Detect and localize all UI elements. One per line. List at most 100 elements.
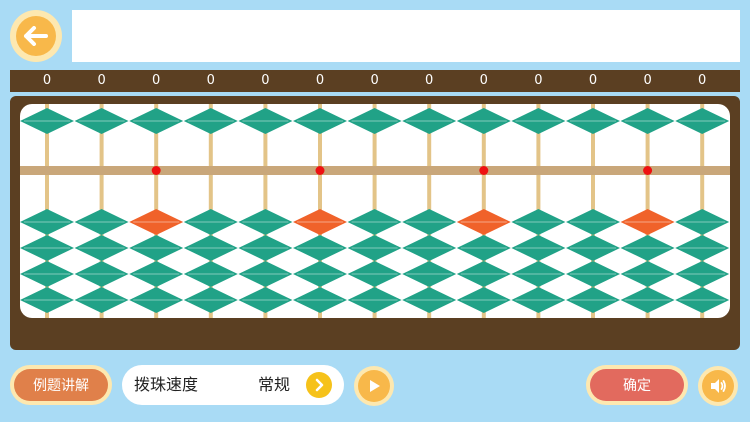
abacus-bead[interactable] — [511, 108, 566, 134]
speed-next-button[interactable] — [306, 372, 332, 398]
abacus-bead[interactable] — [129, 261, 184, 287]
abacus-bead[interactable] — [511, 235, 566, 261]
bead-speed-value: 常规 — [258, 375, 291, 394]
abacus-bead[interactable] — [347, 287, 402, 313]
abacus-bead[interactable] — [129, 209, 184, 235]
abacus-bead[interactable] — [20, 108, 74, 134]
bead-speed-panel: 拨珠速度 常规 — [122, 365, 344, 405]
bead-speed-label: 拨珠速度 — [134, 375, 199, 394]
abacus-bead[interactable] — [620, 209, 675, 235]
speaker-icon — [702, 370, 734, 402]
abacus-bead[interactable] — [511, 209, 566, 235]
rod-value-7: 0 — [370, 73, 379, 88]
abacus-bead[interactable] — [456, 261, 511, 287]
abacus-bead[interactable] — [183, 287, 238, 313]
arrow-left-icon — [16, 16, 56, 56]
abacus-bead[interactable] — [620, 235, 675, 261]
example-explanation-button[interactable]: 例题讲解 — [10, 365, 112, 405]
abacus-bead[interactable] — [129, 287, 184, 313]
play-button[interactable] — [354, 366, 394, 406]
abacus-bead[interactable] — [402, 108, 457, 134]
abacus-bead[interactable] — [183, 261, 238, 287]
abacus-bead[interactable] — [566, 108, 620, 134]
abacus-bead[interactable] — [675, 261, 730, 287]
abacus-bead[interactable] — [456, 209, 511, 235]
abacus-bead[interactable] — [293, 287, 347, 313]
abacus-bead[interactable] — [238, 235, 293, 261]
rod-value-13: 0 — [698, 73, 707, 88]
abacus-bead[interactable] — [293, 261, 347, 287]
abacus-bead[interactable] — [129, 108, 184, 134]
abacus-bead[interactable] — [456, 287, 511, 313]
abacus-bead[interactable] — [293, 235, 347, 261]
abacus-bead[interactable] — [620, 261, 675, 287]
abacus-bead[interactable] — [566, 235, 620, 261]
abacus-bead[interactable] — [238, 261, 293, 287]
abacus-bead[interactable] — [675, 108, 730, 134]
chevron-right-icon — [315, 378, 324, 392]
rod-value-9: 0 — [479, 73, 488, 88]
abacus-bead[interactable] — [620, 108, 675, 134]
abacus-bead[interactable] — [675, 235, 730, 261]
back-button[interactable] — [10, 10, 62, 62]
abacus-bead[interactable] — [74, 108, 129, 134]
confirm-button[interactable]: 确定 — [586, 365, 688, 405]
confirm-label: 确定 — [590, 369, 684, 401]
rod-value-3: 0 — [152, 73, 161, 88]
unit-marker-dot — [151, 166, 161, 175]
abacus-bead[interactable] — [74, 209, 129, 235]
example-explanation-label: 例题讲解 — [14, 369, 108, 401]
abacus-bead[interactable] — [620, 287, 675, 313]
abacus-bead[interactable] — [347, 235, 402, 261]
abacus-bead[interactable] — [183, 108, 238, 134]
abacus-bead[interactable] — [74, 261, 129, 287]
rod-value-4: 0 — [206, 73, 215, 88]
rod-value-5: 0 — [261, 73, 270, 88]
abacus[interactable] — [20, 104, 730, 318]
abacus-bead[interactable] — [293, 209, 347, 235]
abacus-bead[interactable] — [347, 209, 402, 235]
abacus-bead[interactable] — [566, 287, 620, 313]
abacus-bead[interactable] — [511, 287, 566, 313]
abacus-bead[interactable] — [20, 261, 74, 287]
sound-button[interactable] — [698, 366, 738, 406]
abacus-bead[interactable] — [20, 235, 74, 261]
play-icon — [358, 370, 390, 402]
abacus-bead[interactable] — [402, 209, 457, 235]
abacus-bead[interactable] — [566, 261, 620, 287]
abacus-bead[interactable] — [183, 209, 238, 235]
abacus-bead[interactable] — [74, 287, 129, 313]
unit-marker-dot — [643, 166, 653, 175]
abacus-bead[interactable] — [238, 209, 293, 235]
abacus-bead[interactable] — [20, 209, 74, 235]
abacus-bead[interactable] — [456, 235, 511, 261]
rod-value-2: 0 — [97, 73, 106, 88]
abacus-beam — [20, 166, 730, 175]
abacus-bead[interactable] — [675, 287, 730, 313]
unit-marker-dot — [315, 166, 325, 175]
rod-value-1: 0 — [42, 73, 52, 88]
abacus-bead[interactable] — [402, 261, 457, 287]
abacus-bead[interactable] — [129, 235, 184, 261]
abacus-board[interactable] — [20, 104, 730, 318]
abacus-bead[interactable] — [238, 287, 293, 313]
abacus-bead[interactable] — [20, 287, 74, 313]
abacus-bead[interactable] — [293, 108, 347, 134]
abacus-bead[interactable] — [511, 261, 566, 287]
question-display — [72, 10, 740, 62]
abacus-bead[interactable] — [402, 235, 457, 261]
abacus-bead[interactable] — [183, 235, 238, 261]
rod-value-bar: 0 0 0 0 0 0 0 0 0 0 0 0 0 — [10, 70, 740, 92]
abacus-bead[interactable] — [238, 108, 293, 134]
rod-value-12: 0 — [643, 73, 652, 88]
abacus-bead[interactable] — [566, 209, 620, 235]
abacus-bead[interactable] — [675, 209, 730, 235]
abacus-bead[interactable] — [402, 287, 457, 313]
abacus-bead[interactable] — [456, 108, 511, 134]
rod-value-6: 0 — [315, 73, 325, 88]
rod-value-8: 0 — [425, 73, 434, 88]
abacus-bead[interactable] — [347, 261, 402, 287]
abacus-bead[interactable] — [347, 108, 402, 134]
abacus-bead[interactable] — [74, 235, 129, 261]
rod-value-11: 0 — [588, 73, 598, 88]
